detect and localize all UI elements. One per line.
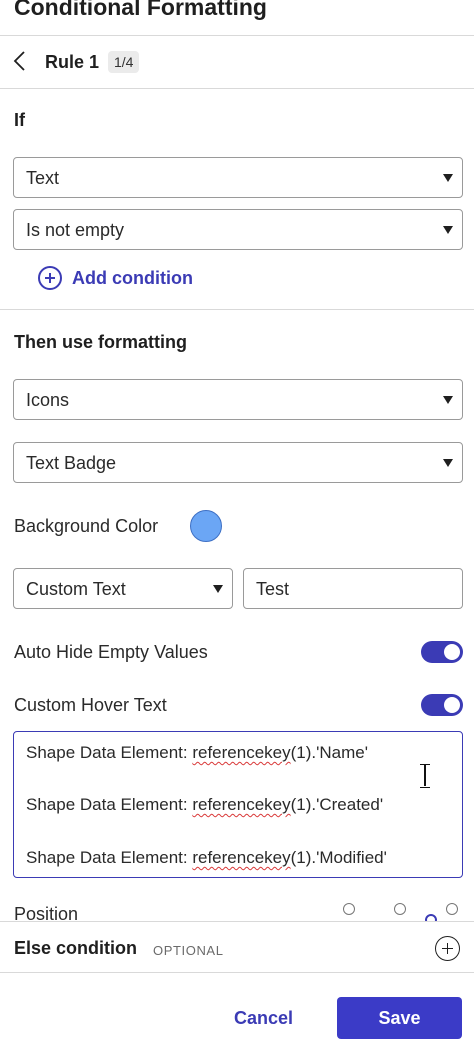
auto-hide-label: Auto Hide Empty Values: [14, 642, 208, 662]
operator-select-value: Is not empty: [26, 220, 125, 240]
background-color-label: Background Color: [14, 516, 159, 536]
hover-text-line: Shape Data Element: referencekey(1).'Mod…: [26, 848, 387, 867]
if-section-label: If: [14, 110, 25, 130]
operator-select[interactable]: Is not empty: [13, 209, 463, 250]
auto-hide-toggle[interactable]: [421, 641, 463, 663]
divider: [0, 309, 474, 310]
rule-name: Rule 1: [45, 52, 100, 72]
divider: [0, 88, 474, 89]
position-label: Position: [14, 904, 79, 922]
text-cursor-icon: [419, 764, 431, 788]
divider: [0, 972, 474, 973]
then-section-label: Then use formatting: [14, 332, 188, 352]
field-select-value: Text: [26, 168, 60, 188]
hover-text-toggle[interactable]: [421, 694, 463, 716]
position-option-radio[interactable]: [446, 903, 458, 915]
custom-text-input[interactable]: Test: [243, 568, 463, 609]
format-type-select-value: Icons: [26, 390, 70, 410]
caret-down-icon: [443, 459, 453, 467]
optional-tag: OPTIONAL: [153, 943, 224, 958]
add-else-condition-icon[interactable]: [435, 936, 460, 961]
chevron-left-icon: [13, 51, 25, 71]
custom-text-value: Test: [256, 579, 290, 599]
else-condition-label: Else condition: [14, 938, 138, 958]
rule-header: Rule 1 1/4: [0, 36, 474, 88]
hover-text-label: Custom Hover Text: [14, 695, 167, 715]
back-button[interactable]: [8, 48, 30, 74]
text-source-select[interactable]: Custom Text: [13, 568, 233, 609]
position-option-radio[interactable]: [343, 903, 355, 915]
toggle-knob: [444, 697, 460, 713]
position-option-radio[interactable]: [394, 903, 406, 915]
toggle-knob: [444, 644, 460, 660]
panel-title: Conditional Formatting: [14, 0, 267, 20]
background-color-swatch[interactable]: [190, 510, 222, 542]
hover-text-textarea[interactable]: Shape Data Element: referencekey(1).'Nam…: [13, 731, 463, 878]
rule-count-badge: 1/4: [108, 51, 140, 73]
style-select-value: Text Badge: [26, 453, 117, 473]
position-row: Position: [0, 896, 474, 922]
field-select[interactable]: Text: [13, 157, 463, 198]
spellcheck-word: referencekey: [192, 743, 291, 762]
save-button[interactable]: Save: [337, 997, 462, 1039]
add-condition-button[interactable]: Add condition: [38, 265, 193, 291]
plus-circle-icon: [38, 266, 62, 290]
format-type-select[interactable]: Icons: [13, 379, 463, 420]
caret-down-icon: [213, 585, 223, 593]
style-select[interactable]: Text Badge: [13, 442, 463, 483]
spellcheck-word: referencekey: [192, 795, 291, 814]
cancel-button[interactable]: Cancel: [216, 997, 311, 1039]
text-source-select-value: Custom Text: [26, 579, 126, 599]
hover-text-line: Shape Data Element: referencekey(1).'Nam…: [26, 743, 368, 762]
footer-panel: Else condition OPTIONAL Cancel Save: [0, 921, 474, 1042]
add-condition-label: Add condition: [72, 267, 193, 288]
hover-text-line: Shape Data Element: referencekey(1).'Cre…: [26, 795, 384, 814]
caret-down-icon: [443, 226, 453, 234]
caret-down-icon: [443, 174, 453, 182]
spellcheck-word: referencekey: [192, 848, 291, 867]
caret-down-icon: [443, 396, 453, 404]
